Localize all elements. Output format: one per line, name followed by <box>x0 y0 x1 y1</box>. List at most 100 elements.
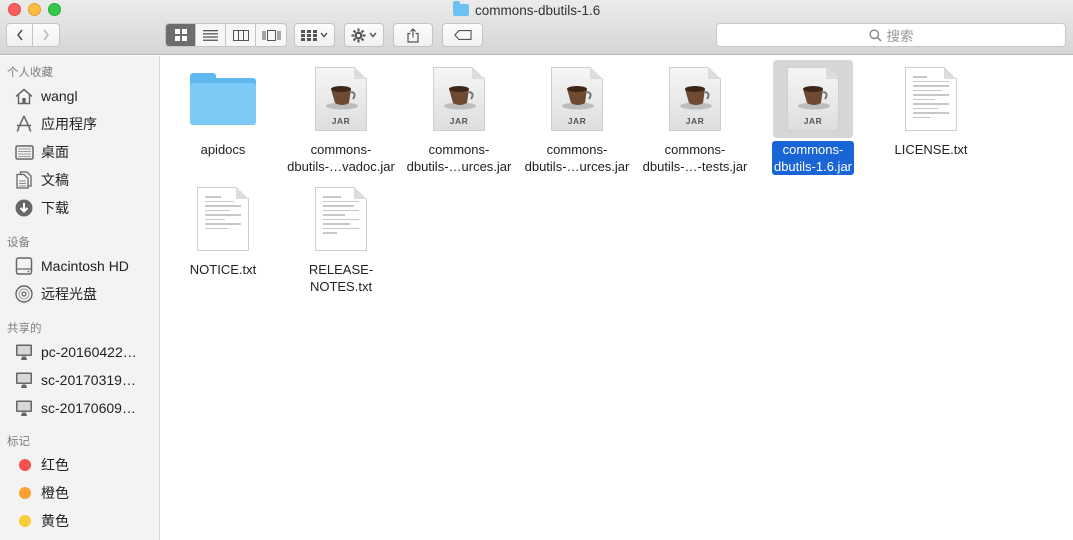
applications-icon <box>14 114 34 134</box>
file-icon-box: JAR <box>419 60 499 138</box>
sidebar-item-label: wangl <box>41 88 78 104</box>
sidebar-item-desktop[interactable]: 桌面 <box>14 140 156 164</box>
file-icon-box <box>183 180 263 258</box>
action-button[interactable] <box>344 23 384 47</box>
chevron-down-icon <box>320 32 328 38</box>
jar-file-icon: JAR <box>787 67 839 131</box>
computer-icon <box>14 370 34 390</box>
tag-button[interactable] <box>442 23 483 47</box>
file-name: commons-dbutils-…-tests.jar <box>642 142 748 174</box>
sidebar-item-home[interactable]: wangl <box>14 84 156 108</box>
file-item-jar[interactable]: JAR commons-dbutils-…vadoc.jar <box>282 60 400 175</box>
share-button[interactable] <box>393 23 433 47</box>
file-icon-box: JAR <box>537 60 617 138</box>
tags-section-title: 标记 <box>7 436 30 448</box>
list-view-icon <box>203 29 218 41</box>
sidebar-item-label: 远程光盘 <box>41 286 97 302</box>
computer-icon <box>14 342 34 362</box>
file-name: LICENSE.txt <box>894 142 968 157</box>
file-name: apidocs <box>200 142 246 157</box>
file-item-jar[interactable]: JAR commons-dbutils-…urces.jar <box>518 60 636 175</box>
sidebar-item-shared-computer[interactable]: sc-20170609… <box>14 396 156 420</box>
home-icon <box>14 86 34 106</box>
red-tag-dot <box>19 459 31 471</box>
folder-icon <box>190 73 256 125</box>
list-view-button[interactable] <box>196 24 226 46</box>
file-item-txt[interactable]: RELEASE- NOTES.txt <box>282 180 400 295</box>
coverflow-view-button[interactable] <box>256 24 286 46</box>
jar-file-icon: JAR <box>551 67 603 131</box>
search-placeholder: 搜索 <box>886 29 914 44</box>
forward-button[interactable] <box>33 23 60 47</box>
search-field[interactable]: 搜索 <box>716 23 1066 47</box>
arrange-button[interactable] <box>294 23 335 47</box>
chevron-left-icon <box>16 29 23 41</box>
jar-file-icon: JAR <box>669 67 721 131</box>
sidebar-item-label: 黄色 <box>41 513 69 529</box>
jar-badge: JAR <box>449 116 469 126</box>
sidebar-item-remote-disc[interactable]: 远程光盘 <box>14 282 156 306</box>
share-icon <box>407 27 419 43</box>
sidebar-item-label: 应用程序 <box>41 116 97 132</box>
file-icon-box <box>891 60 971 138</box>
file-name: commons-dbutils-1.6.jar <box>771 141 855 175</box>
text-file-icon <box>197 187 249 251</box>
coffee-cup-icon <box>562 86 594 110</box>
file-name: RELEASE- NOTES.txt <box>308 262 374 294</box>
file-icon-box <box>301 180 381 258</box>
column-view-button[interactable] <box>226 24 256 46</box>
file-item-txt[interactable]: LICENSE.txt <box>872 60 990 158</box>
sidebar-item-label: Macintosh HD <box>41 258 129 274</box>
coffee-cup-icon <box>680 86 712 110</box>
sidebar-item-label: 红色 <box>41 457 69 473</box>
computer-icon <box>14 398 34 418</box>
yellow-tag-dot <box>19 515 31 527</box>
file-browser-area: apidocs JAR commons-dbutils-…vadoc.jar J… <box>161 56 1073 540</box>
file-item-apidocs[interactable]: apidocs <box>164 60 282 158</box>
folder-icon <box>453 1 469 16</box>
file-name: commons-dbutils-…urces.jar <box>406 142 512 174</box>
devices-section-title: 设备 <box>7 237 30 249</box>
arrange-grid-icon <box>301 29 317 41</box>
icon-view-button[interactable] <box>166 24 196 46</box>
coffee-cup-icon <box>798 86 830 110</box>
sidebar-item-shared-computer[interactable]: pc-20160422… <box>14 340 156 364</box>
sidebar-item-tag-yellow[interactable]: 黄色 <box>14 509 156 533</box>
jar-file-icon: JAR <box>315 67 367 131</box>
jar-badge: JAR <box>331 116 351 126</box>
sidebar-item-label: sc-20170319… <box>41 372 136 388</box>
shared-section-title: 共享的 <box>7 323 42 335</box>
sidebar-item-documents[interactable]: 文稿 <box>14 168 156 192</box>
sidebar-item-downloads[interactable]: 下载 <box>14 196 156 220</box>
sidebar-item-shared-computer[interactable]: sc-20170319… <box>14 368 156 392</box>
file-icon-box: JAR <box>773 60 853 138</box>
window-title-text: commons-dbutils-1.6 <box>475 2 601 18</box>
column-view-icon <box>232 29 249 41</box>
sidebar-item-applications[interactable]: 应用程序 <box>14 112 156 136</box>
file-item-jar[interactable]: JAR commons-dbutils-…-tests.jar <box>636 60 754 175</box>
close-window-button[interactable] <box>8 3 21 16</box>
desktop-icon <box>14 142 34 162</box>
sidebar-item-label: sc-20170609… <box>41 400 136 416</box>
chevron-right-icon <box>43 29 50 41</box>
file-item-jar[interactable]: JAR commons-dbutils-…urces.jar <box>400 60 518 175</box>
file-name: NOTICE.txt <box>189 262 257 277</box>
coffee-cup-icon <box>326 86 358 110</box>
zoom-window-button[interactable] <box>48 3 61 16</box>
sidebar-item-label: pc-20160422… <box>41 344 137 360</box>
sidebar-item-macintosh-hd[interactable]: Macintosh HD <box>14 254 156 278</box>
minimize-window-button[interactable] <box>28 3 41 16</box>
sidebar-item-tag-orange[interactable]: 橙色 <box>14 481 156 505</box>
file-item-txt[interactable]: NOTICE.txt <box>164 180 282 278</box>
coverflow-view-icon <box>262 29 280 41</box>
sidebar-item-tag-red[interactable]: 红色 <box>14 453 156 477</box>
file-name: commons-dbutils-…urces.jar <box>524 142 630 174</box>
file-icon-box: JAR <box>655 60 735 138</box>
back-button[interactable] <box>6 23 33 47</box>
jar-badge: JAR <box>803 116 823 126</box>
text-file-icon <box>905 67 957 131</box>
hard-drive-icon <box>14 256 34 276</box>
window-title: commons-dbutils-1.6 <box>453 1 600 19</box>
file-item-jar-selected[interactable]: JAR commons-dbutils-1.6.jar <box>754 60 872 175</box>
file-icon-box: JAR <box>301 60 381 138</box>
